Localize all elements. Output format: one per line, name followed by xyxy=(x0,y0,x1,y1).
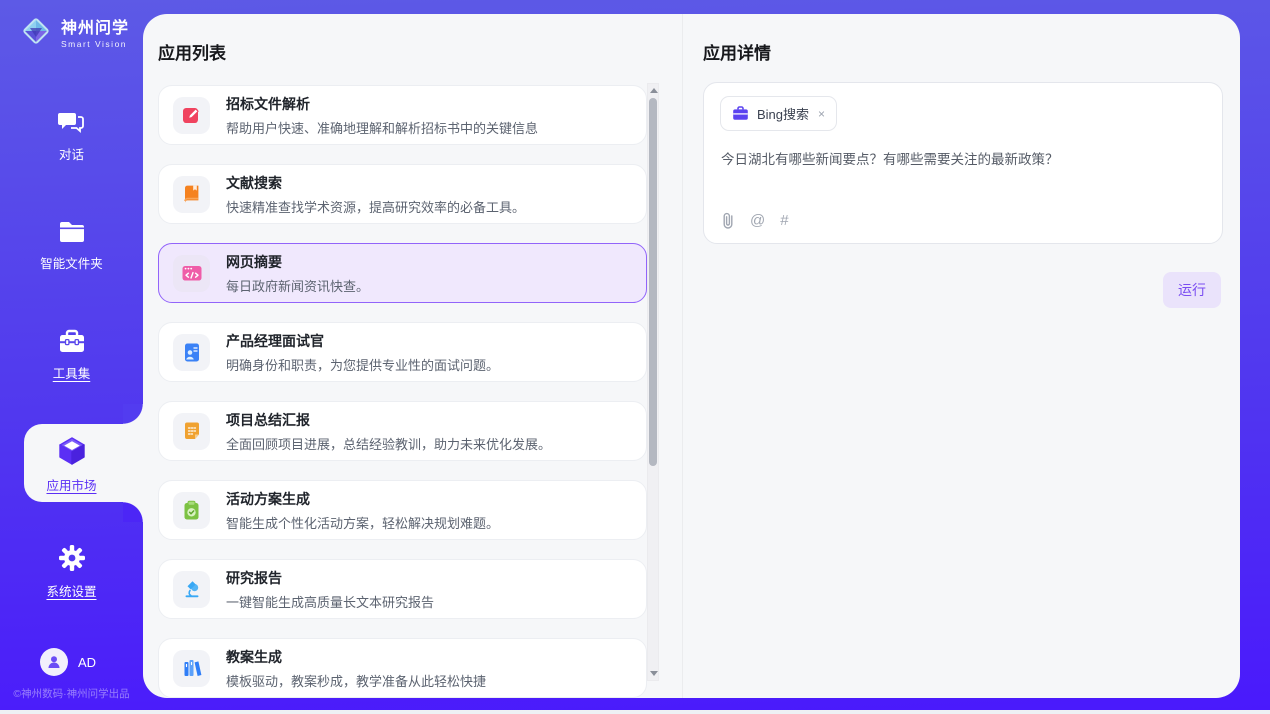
note-icon xyxy=(173,413,210,450)
app-name: 活动方案生成 xyxy=(226,489,499,509)
book-icon xyxy=(173,176,210,213)
app-name: 研究报告 xyxy=(226,568,434,588)
input-toolbar: @ # xyxy=(721,212,789,229)
app-name: 项目总结汇报 xyxy=(226,410,551,430)
logo: 神州问学 Smart Vision xyxy=(18,13,129,49)
app-detail-title: 应用详情 xyxy=(703,39,771,64)
app-name: 产品经理面试官 xyxy=(226,331,499,351)
app-description: 明确身份和职责，为您提供专业性的面试问题。 xyxy=(226,355,499,374)
logo-title: 神州问学 xyxy=(61,14,129,38)
logo-subtitle: Smart Vision xyxy=(61,39,129,49)
cube-icon xyxy=(57,436,87,466)
browser-code-icon xyxy=(173,255,210,292)
sidebar-item-label: 系统设置 xyxy=(46,581,96,600)
app-card-lesson-plan-generation[interactable]: 教案生成 模板驱动，教案秒成，教学准备从此轻松快捷 xyxy=(158,638,647,698)
sidebar-item-app-market[interactable]: 应用市场 xyxy=(0,436,143,494)
app-description: 帮助用户快速、准确地理解和解析招标书中的关键信息 xyxy=(226,118,538,137)
app-card-web-summary[interactable]: 网页摘要 每日政府新闻资讯快查。 xyxy=(158,243,647,303)
briefcase-icon xyxy=(732,106,749,121)
app-card-event-plan-generation[interactable]: 活动方案生成 智能生成个性化活动方案，轻松解决规划难题。 xyxy=(158,480,647,540)
app-list-panel: 应用列表 招标文件解析 帮助用户快速、准确地理解和解析招标书中的关键信息 xyxy=(143,14,682,698)
sidebar-item-label: 应用市场 xyxy=(46,475,96,494)
gear-icon xyxy=(58,544,86,572)
query-card: Bing搜索 × 今日湖北有哪些新闻要点？有哪些需要关注的最新政策？ @ # xyxy=(703,82,1223,244)
user-name: AD xyxy=(78,655,96,670)
scrollbar-thumb[interactable] xyxy=(649,98,657,466)
app-card-research-report[interactable]: 研究报告 一键智能生成高质量长文本研究报告 xyxy=(158,559,647,619)
app-name: 文献搜索 xyxy=(226,173,525,193)
query-text-input[interactable]: 今日湖北有哪些新闻要点？有哪些需要关注的最新政策？ xyxy=(721,150,1201,170)
scrollbar[interactable] xyxy=(647,83,659,681)
run-button[interactable]: 运行 xyxy=(1163,272,1221,308)
logo-diamond-icon xyxy=(18,13,54,49)
app-detail-panel: 应用详情 Bing搜索 × 今日湖北有哪些新闻要点？有哪些需要关注的最新政策？ xyxy=(683,14,1240,698)
tab-flare-bottom xyxy=(123,502,143,522)
close-icon[interactable]: × xyxy=(818,107,825,121)
app-name: 招标文件解析 xyxy=(226,94,538,114)
app-description: 快速精准查找学术资源，提高研究效率的必备工具。 xyxy=(226,197,525,216)
app-card-project-summary[interactable]: 项目总结汇报 全面回顾项目进展，总结经验教训，助力未来优化发展。 xyxy=(158,401,647,461)
sidebar-item-settings[interactable]: 系统设置 xyxy=(0,544,143,600)
app-card-literature-search[interactable]: 文献搜索 快速精准查找学术资源，提高研究效率的必备工具。 xyxy=(158,164,647,224)
copyright: ©神州数码·神州问学出品 xyxy=(0,686,143,701)
edit-document-icon xyxy=(173,97,210,134)
app-description: 每日政府新闻资讯快查。 xyxy=(226,276,369,295)
hash-topic-icon[interactable]: # xyxy=(780,213,788,229)
app-description: 智能生成个性化活动方案，轻松解决规划难题。 xyxy=(226,513,499,532)
app-description: 一键智能生成高质量长文本研究报告 xyxy=(226,592,434,611)
app-card-bid-document-analysis[interactable]: 招标文件解析 帮助用户快速、准确地理解和解析招标书中的关键信息 xyxy=(158,85,647,145)
tab-flare-top xyxy=(123,404,143,424)
sidebar-item-label: 对话 xyxy=(59,144,84,163)
scrollbar-up-arrow[interactable] xyxy=(650,88,658,93)
app-name: 教案生成 xyxy=(226,647,486,667)
app-card-pm-interviewer[interactable]: 产品经理面试官 明确身份和职责，为您提供专业性的面试问题。 xyxy=(158,322,647,382)
books-icon xyxy=(173,650,210,687)
sidebar-item-label: 智能文件夹 xyxy=(40,253,103,272)
avatar xyxy=(40,648,68,676)
at-mention-icon[interactable]: @ xyxy=(750,213,765,229)
toolbox-icon xyxy=(58,329,86,354)
content-area: 应用列表 招标文件解析 帮助用户快速、准确地理解和解析招标书中的关键信息 xyxy=(143,14,1240,698)
paperclip-icon[interactable] xyxy=(721,212,735,229)
app-list-title: 应用列表 xyxy=(158,39,226,64)
tool-tag-label: Bing搜索 xyxy=(757,104,809,123)
microscope-icon xyxy=(173,571,210,608)
sidebar-item-toolset[interactable]: 工具集 xyxy=(0,329,143,382)
app-name: 网页摘要 xyxy=(226,252,369,272)
folder-icon xyxy=(58,220,86,244)
person-document-icon xyxy=(173,334,210,371)
tool-tag-bing-search[interactable]: Bing搜索 × xyxy=(720,96,837,131)
app-list: 招标文件解析 帮助用户快速、准确地理解和解析招标书中的关键信息 文献搜索 xyxy=(158,85,647,698)
sidebar-item-chat[interactable]: 对话 xyxy=(0,110,143,163)
clipboard-check-icon xyxy=(173,492,210,529)
sidebar-item-label: 工具集 xyxy=(53,363,91,382)
app-description: 模板驱动，教案秒成，教学准备从此轻松快捷 xyxy=(226,671,486,690)
scrollbar-down-arrow[interactable] xyxy=(650,671,658,676)
app-description: 全面回顾项目进展，总结经验教训，助力未来优化发展。 xyxy=(226,434,551,453)
user-profile[interactable]: AD xyxy=(40,648,96,676)
sidebar-item-smart-folder[interactable]: 智能文件夹 xyxy=(0,220,143,272)
chat-icon xyxy=(58,110,85,135)
app-frame: 神州问学 Smart Vision 对话 xyxy=(0,0,1270,710)
sidebar: 神州问学 Smart Vision 对话 xyxy=(0,0,143,710)
